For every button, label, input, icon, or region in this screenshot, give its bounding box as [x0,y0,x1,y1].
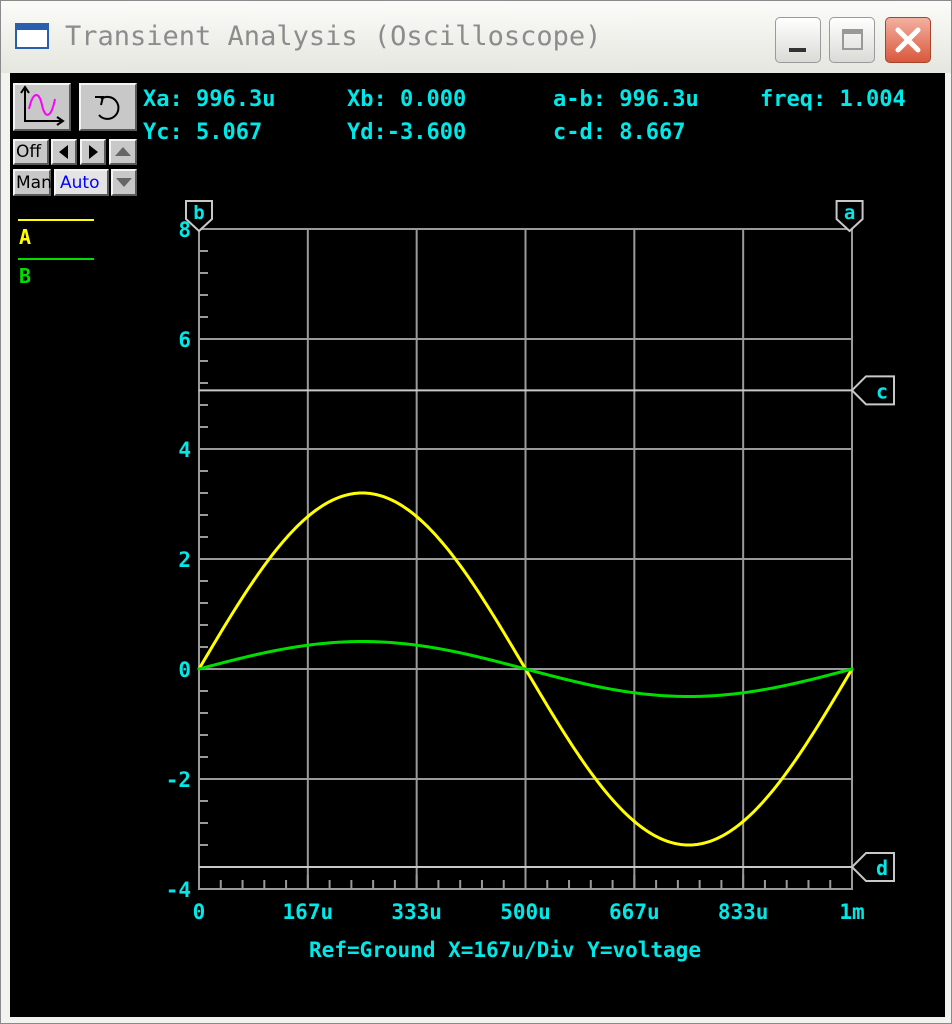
close-button[interactable] [885,17,931,63]
series-B-point [687,695,691,698]
plot-labels: 86420-2-40 167u 333u 500u 667u 833u 1m [166,218,865,924]
title-bar[interactable]: Transient Analysis (Oscilloscope) [1,1,951,73]
series-B-point [578,681,582,685]
series-B-point [850,667,854,671]
x-tick-label: 167u [283,900,334,924]
window-title: Transient Analysis (Oscilloscope) [65,21,602,52]
x-tick-label: 333u [391,900,442,924]
series-A-point [360,491,364,495]
series-B-point [197,667,201,671]
window-icon [15,23,49,49]
series-A-point [632,819,636,823]
series-A-point [415,515,419,519]
series-A-point [469,579,473,583]
scope-display: Off Man Auto Xa: 996.3u Xb: 0.000 a-b: 9… [10,73,945,1017]
y-tick-label: 8 [178,218,191,242]
series-B-point [796,681,800,685]
x-tick-label: 833u [718,900,769,924]
series-B-point [632,691,636,695]
x-tick-label: 500u [500,900,551,924]
cursor-b-label: b [193,202,204,224]
y-tick-label: -2 [166,768,191,792]
oscilloscope-window: Transient Analysis (Oscilloscope) Off Ma… [0,0,952,1024]
series-B-point [306,643,310,647]
series-B-point [415,643,419,647]
series-B-point [741,691,745,695]
cursor-c-label: c [876,379,888,403]
scope-plot[interactable]: b acd 86420-2-40 167u 333u 500u 667u 833u 1m Re… [10,73,945,1017]
minimize-button[interactable] [775,17,821,63]
cursor-d-label: d [876,856,888,880]
x-tick-label: 0 [193,900,206,924]
series-B-point [524,667,527,671]
series-A-point [251,579,255,583]
series-B-point [469,653,473,657]
plot-grid [198,228,853,890]
y-tick-label: 4 [178,438,191,462]
series-A-point [741,819,745,823]
x-tick-label: 667u [609,900,660,924]
maximize-icon [842,29,863,50]
series-A-point [306,515,310,519]
series-A-point [687,843,691,847]
x-tick-label: 1m [839,900,864,924]
close-icon [895,27,921,53]
cursor-a-label: a [844,202,855,224]
series-A-point [796,755,800,759]
minimize-icon [789,48,806,52]
x-axis-label: Ref=Ground X=167u/Div Y=voltage [309,938,701,962]
series-A-point [578,755,582,759]
maximize-button[interactable] [829,17,875,63]
y-tick-label: 6 [178,328,191,352]
series-B-point [360,640,364,643]
y-tick-label: 2 [178,548,191,572]
y-tick-label: -4 [166,878,191,902]
y-tick-label: 0 [178,658,191,682]
series-B-point [251,653,255,657]
